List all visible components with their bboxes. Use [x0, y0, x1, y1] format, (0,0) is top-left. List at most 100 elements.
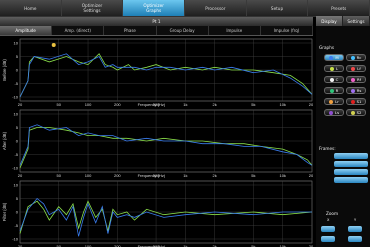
graph-toggle-label: M — [335, 55, 339, 60]
channel-color-dot — [329, 66, 334, 71]
graph-toggle-l[interactable]: L — [324, 65, 344, 72]
x-tick-label: 10k — [279, 173, 285, 178]
y-tick-label: 0 — [16, 210, 19, 215]
graph-toggle-label: Lf — [357, 66, 361, 71]
channel-color-dot — [329, 99, 334, 104]
x-tick-label: 2k — [213, 102, 217, 107]
channel-color-dot — [350, 110, 355, 115]
x-tick-label: 5k — [251, 102, 255, 107]
graph-toggle-lr[interactable]: Lr — [324, 98, 344, 105]
frame-button-3[interactable] — [334, 169, 368, 175]
graph-toggle-label: Ls — [334, 110, 340, 115]
x-tick-label: 1k — [183, 173, 187, 178]
x-tick-label: 100 — [85, 102, 92, 107]
nav-tab-optimizer-settings[interactable]: Optimizer Settings — [61, 0, 124, 16]
x-tick-label: 200 — [114, 173, 121, 178]
y-axis-label: Filter (dB) — [2, 202, 7, 221]
frame-button-4[interactable] — [334, 177, 368, 183]
graph-toggle-label: S2 — [356, 110, 362, 115]
x-tick-label: 100 — [85, 173, 92, 178]
graph-toggle-r[interactable]: R — [324, 87, 344, 94]
graph-toggle-label: Rc — [356, 55, 362, 60]
y-tick-label: 5 — [16, 125, 19, 130]
y-tick-label: 0 — [16, 139, 19, 144]
y-tick-label: -5 — [14, 81, 18, 86]
nav-tab-label: Home — [24, 5, 37, 11]
tab-phase[interactable]: Phase — [104, 26, 157, 35]
frame-button-1[interactable] — [334, 153, 368, 159]
nav-tab-presets[interactable]: Presets — [308, 0, 370, 16]
x-tick-label: 200 — [114, 102, 121, 107]
zoom-x-in-button[interactable] — [321, 226, 335, 232]
channel-color-dot — [329, 55, 334, 60]
nav-tab-sublabel: Settings — [83, 8, 101, 13]
graph-toggle-s1[interactable]: S1 — [346, 98, 366, 105]
graph-toggle-c[interactable]: C — [324, 76, 344, 83]
top-navigation: Home Optimizer Settings Optimizer Graphs P… — [0, 0, 370, 17]
graph-toggle-label: Rf — [357, 77, 361, 82]
nav-tab-home[interactable]: Home — [0, 0, 62, 16]
tab-display[interactable]: Display — [316, 16, 343, 26]
y-tick-label: 5 — [16, 54, 19, 59]
channel-color-dot — [328, 110, 333, 115]
x-tick-label: 20k — [309, 173, 313, 178]
frames-label: Frames: — [319, 146, 336, 151]
graph-toggle-lf[interactable]: Lf — [346, 65, 366, 72]
x-tick-label: 1k — [183, 102, 187, 107]
tab-amp-direct[interactable]: Amp. (direct) — [52, 26, 105, 35]
nav-tab-label: Processor — [205, 5, 226, 11]
y-tick-label: -5 — [14, 223, 18, 228]
graph-toggle-ls[interactable]: Ls — [324, 109, 344, 116]
channel-color-dot — [329, 88, 334, 93]
channel-color-dot — [350, 55, 355, 60]
nav-tab-label: Setup — [270, 5, 284, 11]
right-panel-tabs: Display Settings — [316, 16, 370, 26]
tab-amplitude[interactable]: Amplitude — [0, 26, 53, 35]
y-tick-label: 5 — [16, 196, 19, 201]
x-axis-label: Frequency (Hz) — [138, 102, 166, 107]
nav-tab-label: Presets — [331, 5, 347, 11]
graph-toggle-rc[interactable]: Rc — [346, 54, 366, 61]
graphs-label: Graphs — [319, 45, 335, 50]
y-axis-label: After (dB) — [2, 131, 7, 150]
y-axis-label: Before (dB) — [2, 59, 7, 81]
channel-color-dot — [351, 77, 355, 82]
tab-settings[interactable]: Settings — [343, 16, 370, 26]
graph-toggle-label: R — [335, 88, 339, 93]
channel-color-dot — [350, 88, 355, 93]
graph-toggle-label: Rs — [356, 88, 362, 93]
x-tick-label: 50 — [57, 173, 62, 178]
nav-tab-setup[interactable]: Setup — [246, 0, 309, 16]
y-tick-label: -10 — [12, 95, 19, 100]
nav-tab-optimizer-graphs[interactable]: Optimizer Graphs — [123, 0, 186, 16]
graph-toggle-rf[interactable]: Rf — [346, 76, 366, 83]
zoom-x-label: X — [327, 218, 330, 222]
tab-group-delay[interactable]: Group Delay — [157, 26, 209, 35]
tab-impulse-frq[interactable]: Impulse (frq) — [261, 26, 314, 35]
graph-toggle-label: Lr — [335, 99, 339, 104]
x-tick-label: 5k — [251, 173, 255, 178]
tab-impulse[interactable]: Impulse — [209, 26, 261, 35]
y-tick-label: 10 — [14, 41, 19, 46]
zoom-x-out-button[interactable] — [321, 236, 335, 242]
x-tick-label: 20k — [309, 102, 313, 107]
frame-button-2[interactable] — [334, 161, 368, 167]
nav-tab-processor[interactable]: Processor — [185, 0, 247, 16]
right-panel: Display Settings Graphs M Rc L Lf C Rf R Rs Lr S1… — [316, 16, 370, 247]
graph-toggle-s2[interactable]: S2 — [346, 109, 366, 116]
y-tick-label: -10 — [12, 237, 19, 242]
position-title: Pt 1 — [0, 17, 313, 26]
graph-toggle-m[interactable]: M — [324, 54, 344, 61]
zoom-label: Zoom — [326, 211, 339, 216]
y-tick-label: 0 — [16, 68, 19, 73]
y-tick-label: 10 — [14, 183, 19, 188]
channel-color-dot — [329, 77, 334, 82]
zoom-y-in-button[interactable] — [348, 226, 362, 232]
x-tick-label: 20 — [18, 102, 23, 107]
channel-color-dot — [350, 99, 355, 104]
graphs-area[interactable]: 1050-5-10Before (dB)20 50 100 200 500 1k 2k 5k 1… — [0, 36, 313, 247]
graph-toggle-label: S1 — [356, 99, 362, 104]
zoom-y-out-button[interactable] — [348, 236, 362, 242]
graph-toggle-rs[interactable]: Rs — [346, 87, 366, 94]
x-tick-label: 10k — [279, 102, 285, 107]
